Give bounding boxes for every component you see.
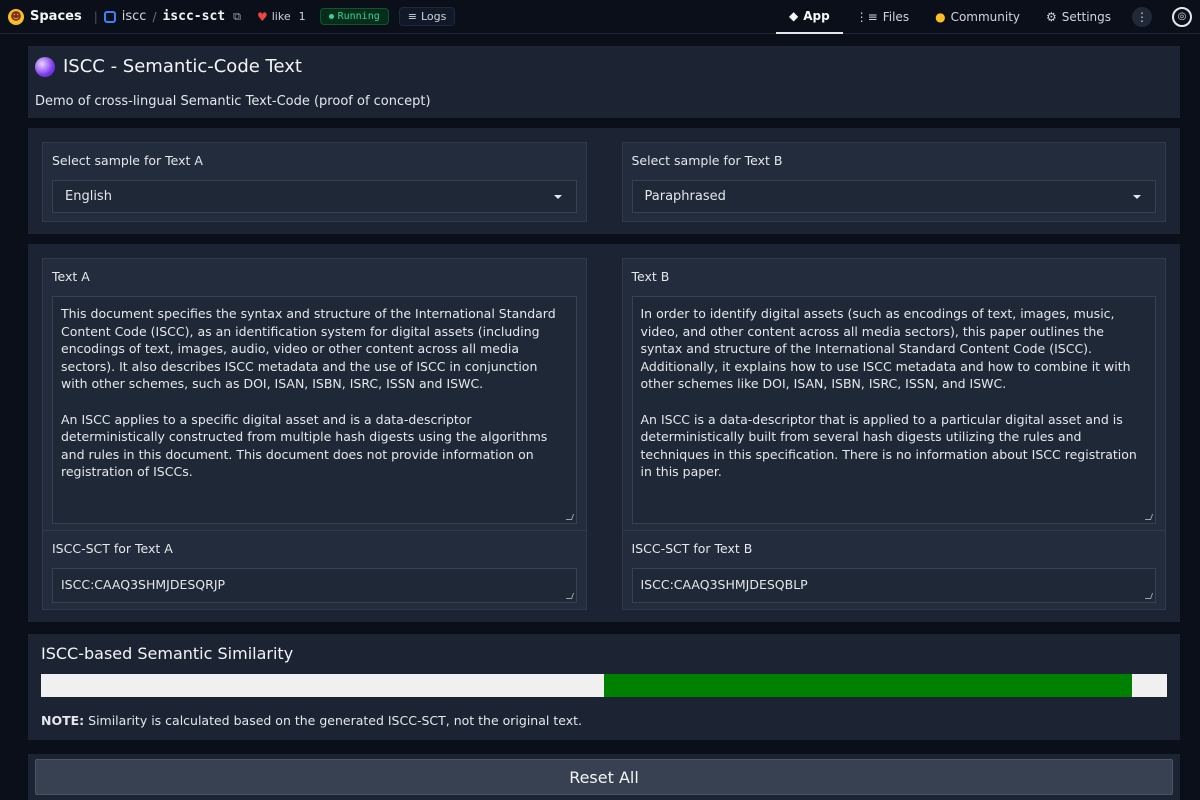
text-a-input[interactable]: This document specifies the syntax and s… [52,296,577,524]
text-b-label: Text B [631,269,670,284]
code-b-value: ISCC:CAAQ3SHMJDESQBLP [640,577,808,592]
code-b-label: ISCC-SCT for Text B [631,541,753,556]
similarity-title: ISCC-based Semantic Similarity [41,644,294,663]
code-a-label: ISCC-SCT for Text A [52,541,173,556]
more-options-icon[interactable]: ⋮ [1132,6,1152,27]
status-badge[interactable]: Running [319,8,389,25]
sample-b-label: Select sample for Text B [631,153,783,168]
similarity-note: NOTE: Similarity is calculated based on … [41,713,1167,728]
logs-icon: ≡ [407,10,417,23]
community-icon: ● [935,9,946,24]
files-icon: ⋮≡ [855,9,878,24]
spaces-link[interactable]: Spaces [30,9,82,24]
page-title-text: ISCC - Semantic-Code Text [63,56,302,77]
sample-a-label: Select sample for Text A [52,153,203,168]
tab-files-label: Files [882,9,910,24]
cube-icon: ◆ [788,8,799,23]
page-subtitle: Demo of cross-lingual Semantic Text-Code… [35,94,431,109]
text-a-panel: Text A This document specifies the synta… [42,258,587,610]
sample-a-dropdown[interactable]: English [52,180,577,213]
tab-app-label: App [803,8,830,23]
reset-block: Reset All [28,754,1180,800]
similarity-bar-track: 93.75% [41,674,1167,697]
code-a-value: ISCC:CAAQ3SHMJDESQRJP [61,577,226,592]
tab-settings-label: Settings [1061,9,1111,24]
reset-all-button[interactable]: Reset All [35,759,1173,795]
tab-community[interactable]: ● Community [922,0,1033,34]
tab-app[interactable]: ◆ App [775,0,843,34]
text-b-paragraph-2: An ISCC is a data-descriptor that is app… [640,411,1137,480]
sample-a-panel: Select sample for Text A English [42,142,587,222]
text-b-paragraph-1: In order to identify digital assets (suc… [640,306,1131,392]
logs-label: Logs [420,10,447,23]
owner-link[interactable]: iscc [122,9,147,24]
tab-settings[interactable]: ⚙ Settings [1033,0,1124,34]
like-button[interactable]: ♥ like 1 [257,10,306,24]
gear-icon: ⚙ [1046,9,1057,24]
tab-community-label: Community [950,9,1021,24]
page-title: ISCC - Semantic-Code Text [35,56,1173,77]
like-count: 1 [298,10,306,23]
resize-handle-icon[interactable] [1144,514,1154,520]
chevron-down-icon [553,194,562,199]
crystal-ball-icon [35,56,55,77]
sample-b-value: Paraphrased [644,189,726,204]
app-container: ISCC - Semantic-Code Text Demo of cross-… [28,46,1180,800]
sample-b-panel: Select sample for Text B Paraphrased [621,142,1166,222]
like-label: like [271,10,291,23]
header-block: ISCC - Semantic-Code Text Demo of cross-… [28,46,1180,118]
code-b-output[interactable]: ISCC:CAAQ3SHMJDESQBLP [631,568,1156,603]
code-a-output[interactable]: ISCC:CAAQ3SHMJDESQRJP [52,568,577,603]
space-icon [103,10,116,23]
text-a-paragraph-1: This document specifies the syntax and s… [61,306,556,392]
similarity-value: 93.75% [604,678,650,692]
chevron-down-icon [1133,194,1141,199]
resize-handle-icon[interactable] [565,514,574,520]
path-separator: / [152,9,157,24]
text-b-input[interactable]: In order to identify digital assets (suc… [631,296,1156,524]
sample-selectors-row: Select sample for Text A English Select … [28,128,1180,234]
text-a-label: Text A [52,269,90,284]
resize-handle-icon[interactable] [565,593,574,599]
huggingface-logo-icon[interactable]: ☻ [8,8,24,25]
logs-button[interactable]: ≡ Logs [398,7,456,26]
resize-handle-icon[interactable] [1144,593,1154,599]
status-dot-icon [328,14,334,19]
note-text: Similarity is calculated based on the ge… [84,713,582,728]
text-b-panel: Text B In order to identify digital asse… [621,258,1166,610]
similarity-bar-fill [604,674,1132,697]
sample-b-dropdown[interactable]: Paraphrased [631,180,1156,213]
similarity-block: ISCC-based Semantic Similarity 93.75% NO… [28,634,1180,740]
status-text: Running [337,11,380,22]
avatar[interactable]: ◎ [1172,6,1192,27]
copy-icon[interactable]: ⧉ [233,10,241,24]
top-bar: ☻ Spaces | iscc / iscc-sct ⧉ ♥ like 1 Ru… [0,0,1200,34]
texts-row: Text A This document specifies the synta… [28,244,1180,622]
tab-files[interactable]: ⋮≡ Files [843,0,922,34]
heart-icon: ♥ [256,9,268,24]
note-label: NOTE: [41,713,85,728]
sample-a-value: English [65,189,112,204]
divider: | [93,9,98,24]
repo-link[interactable]: iscc-sct [162,9,225,24]
text-a-paragraph-2: An ISCC applies to a specific digital as… [61,411,548,480]
